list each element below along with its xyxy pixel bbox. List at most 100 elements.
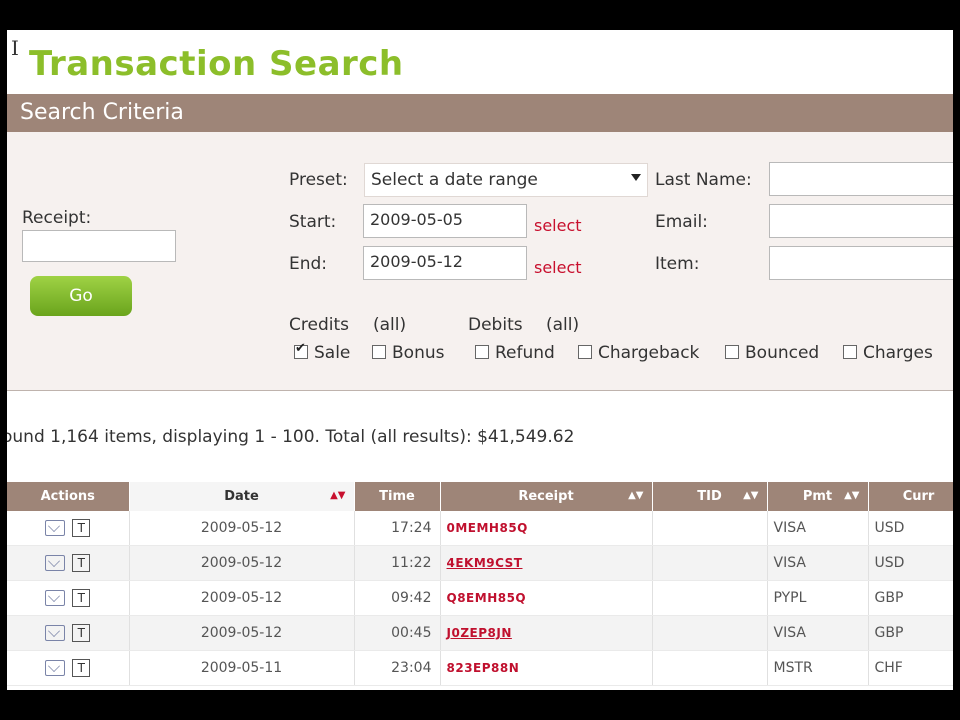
t-icon[interactable]: T bbox=[72, 519, 91, 537]
checkbox-bounced[interactable]: Bounced bbox=[725, 343, 819, 363]
receipt-input[interactable] bbox=[22, 230, 176, 262]
receipt-link[interactable]: 4EKM9CST bbox=[440, 545, 653, 581]
receipt-link[interactable]: Q8EMH85Q bbox=[440, 580, 653, 616]
checkbox-icon[interactable] bbox=[578, 345, 592, 359]
pmt-cell: PYPL bbox=[767, 580, 869, 616]
actions-cell: T bbox=[7, 650, 130, 686]
checkbox-icon[interactable] bbox=[843, 345, 857, 359]
checkbox-refund[interactable]: Refund bbox=[475, 343, 555, 363]
sort-arrows-icon[interactable]: ▲▼ bbox=[844, 490, 859, 501]
column-header-time[interactable]: Time bbox=[354, 482, 441, 511]
tid-cell bbox=[652, 615, 768, 651]
date-cell: 2009-05-11 bbox=[129, 650, 355, 686]
column-header-pmt[interactable]: Pmt ▲▼ bbox=[767, 482, 869, 511]
search-criteria-header: Search Criteria bbox=[7, 94, 953, 132]
preset-dropdown[interactable]: Select a date range bbox=[364, 163, 648, 197]
item-input[interactable] bbox=[769, 246, 953, 280]
search-criteria-title: Search Criteria bbox=[20, 100, 184, 125]
checkbox-icon[interactable] bbox=[725, 345, 739, 359]
t-icon[interactable]: T bbox=[72, 589, 91, 607]
curr-cell: GBP bbox=[868, 615, 953, 651]
table-row: T 2009-05-12 17:24 0MEMH85Q VISA USD bbox=[7, 511, 953, 546]
checkbox-checked-icon[interactable] bbox=[294, 341, 308, 359]
sort-arrows-icon[interactable]: ▲▼ bbox=[628, 490, 643, 501]
pmt-cell: VISA bbox=[767, 545, 869, 581]
preset-value: Select a date range bbox=[371, 170, 538, 190]
chevron-down-icon bbox=[631, 174, 641, 181]
time-cell: 23:04 bbox=[354, 650, 441, 686]
go-button[interactable]: Go bbox=[30, 276, 132, 316]
date-cell: 2009-05-12 bbox=[129, 545, 355, 581]
t-icon[interactable]: T bbox=[72, 659, 91, 677]
tid-cell bbox=[652, 511, 768, 546]
date-cell: 2009-05-12 bbox=[129, 615, 355, 651]
curr-cell: GBP bbox=[868, 580, 953, 616]
credits-label: Credits bbox=[289, 315, 349, 335]
tid-cell bbox=[652, 545, 768, 581]
envelope-icon[interactable] bbox=[45, 590, 66, 606]
table-row: T 2009-05-12 11:22 4EKM9CST VISA USD bbox=[7, 545, 953, 581]
sort-arrows-icon[interactable]: ▲▼ bbox=[330, 490, 345, 501]
column-header-receipt[interactable]: Receipt ▲▼ bbox=[440, 482, 653, 511]
table-row: T 2009-05-12 00:45 J0ZEP8JN VISA GBP bbox=[7, 615, 953, 651]
time-cell: 17:24 bbox=[354, 511, 441, 546]
receipt-link[interactable]: 0MEMH85Q bbox=[440, 511, 653, 546]
time-cell: 11:22 bbox=[354, 545, 441, 581]
page-title: Transaction Search bbox=[29, 44, 404, 84]
t-icon[interactable]: T bbox=[72, 624, 91, 642]
time-cell: 09:42 bbox=[354, 580, 441, 616]
checkbox-chargeback[interactable]: Chargeback bbox=[578, 343, 699, 363]
checkbox-charges[interactable]: Charges bbox=[843, 343, 933, 363]
end-select-link[interactable]: select bbox=[534, 258, 582, 277]
column-header-label: Pmt bbox=[802, 489, 833, 504]
actions-cell: T bbox=[7, 580, 130, 616]
checkbox-label: Chargeback bbox=[598, 343, 700, 363]
t-icon[interactable]: T bbox=[72, 554, 91, 572]
checkbox-label: Bonus bbox=[392, 343, 445, 363]
start-date-input[interactable]: 2009-05-05 bbox=[363, 204, 527, 238]
table-row: T 2009-05-12 09:42 Q8EMH85Q PYPL GBP bbox=[7, 580, 953, 616]
table-row: T 2009-05-11 23:04 823EP88N MSTR CHF bbox=[7, 650, 953, 686]
envelope-icon[interactable] bbox=[45, 625, 66, 641]
screen: I Transaction Search Search Criteria Rec… bbox=[7, 30, 953, 690]
column-header-date[interactable]: Date ▲▼ bbox=[129, 482, 355, 511]
pmt-cell: MSTR bbox=[767, 650, 869, 686]
tid-cell bbox=[652, 650, 768, 686]
envelope-icon[interactable] bbox=[45, 520, 66, 536]
results-summary: ound 1,164 items, displaying 1 - 100. To… bbox=[7, 427, 575, 447]
column-header-label: Receipt bbox=[518, 489, 574, 504]
last-name-input[interactable] bbox=[769, 162, 953, 196]
column-header-label: Time bbox=[379, 489, 415, 504]
column-header-label: Curr bbox=[902, 489, 935, 504]
checkbox-sale[interactable]: Sale bbox=[294, 341, 351, 363]
email-label: Email: bbox=[655, 212, 708, 232]
curr-cell: USD bbox=[868, 545, 953, 581]
checkbox-icon[interactable] bbox=[475, 345, 489, 359]
column-header-curr[interactable]: Curr bbox=[868, 482, 953, 511]
curr-cell: USD bbox=[868, 511, 953, 546]
receipt-link[interactable]: J0ZEP8JN bbox=[440, 615, 653, 651]
checkbox-bonus[interactable]: Bonus bbox=[372, 343, 444, 363]
start-select-link[interactable]: select bbox=[534, 216, 582, 235]
checkbox-label: Sale bbox=[314, 343, 351, 363]
email-input[interactable] bbox=[769, 204, 953, 238]
pmt-cell: VISA bbox=[767, 615, 869, 651]
date-cell: 2009-05-12 bbox=[129, 511, 355, 546]
debits-all-link[interactable]: (all) bbox=[546, 315, 579, 335]
column-header-label: TID bbox=[697, 489, 722, 504]
actions-cell: T bbox=[7, 511, 130, 546]
checkbox-label: Bounced bbox=[745, 343, 820, 363]
checkbox-label: Refund bbox=[495, 343, 555, 363]
envelope-icon[interactable] bbox=[45, 555, 66, 571]
column-header-tid[interactable]: TID ▲▼ bbox=[652, 482, 768, 511]
sort-arrows-icon[interactable]: ▲▼ bbox=[743, 490, 758, 501]
checkbox-label: Charges bbox=[863, 343, 933, 363]
checkbox-icon[interactable] bbox=[372, 345, 386, 359]
actions-cell: T bbox=[7, 545, 130, 581]
receipt-link[interactable]: 823EP88N bbox=[440, 650, 653, 686]
time-cell: 00:45 bbox=[354, 615, 441, 651]
envelope-icon[interactable] bbox=[45, 660, 66, 676]
credits-all-link[interactable]: (all) bbox=[373, 315, 406, 335]
receipt-label: Receipt: bbox=[22, 208, 92, 228]
end-date-input[interactable]: 2009-05-12 bbox=[363, 246, 527, 280]
